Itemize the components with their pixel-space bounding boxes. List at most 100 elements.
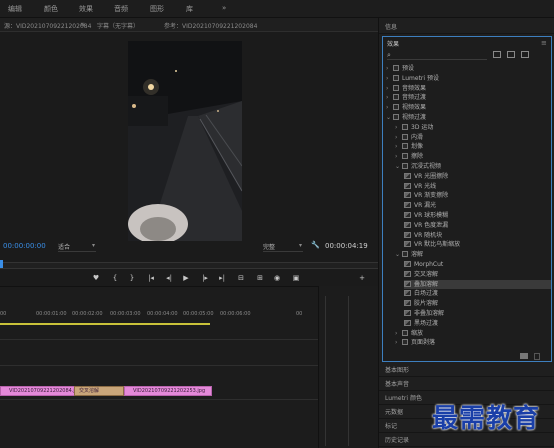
playhead-indicator[interactable] <box>0 260 3 268</box>
effects-search-input[interactable]: ⌕ <box>387 51 487 60</box>
tab-reference[interactable]: 参考：VID20210709221202084 <box>164 21 257 30</box>
effect-folder[interactable]: › 擦除 <box>395 152 551 161</box>
chevron-right-icon[interactable]: › <box>395 329 402 338</box>
chevron-right-icon[interactable]: › <box>386 84 393 93</box>
ruler-tick-label: 00:00:02:00 <box>72 311 103 317</box>
chevron-down-icon[interactable]: ⌄ <box>395 250 402 259</box>
effect-item[interactable]: VR 光线 <box>404 182 551 191</box>
scrub-bar[interactable] <box>0 260 378 269</box>
effect-item[interactable]: VR 随机块 <box>404 231 551 240</box>
chevron-right-icon[interactable]: › <box>395 133 402 142</box>
tab-captions[interactable]: 字幕（无字幕） <box>97 21 139 30</box>
chevron-right-icon[interactable]: › <box>386 74 393 83</box>
step-forward-icon[interactable]: |▸ <box>199 272 211 284</box>
effect-item[interactable]: 胶片溶解 <box>404 299 551 308</box>
fit-dropdown[interactable]: 适合 ▾ <box>58 242 96 252</box>
add-button[interactable]: + <box>356 272 368 284</box>
chevron-right-icon[interactable]: › <box>395 338 402 347</box>
effect-folder[interactable]: › 音频过渡 <box>386 93 551 102</box>
yuv-effects-icon[interactable] <box>521 51 529 58</box>
folder-icon <box>393 104 399 111</box>
transition-icon <box>404 221 411 228</box>
mark-out-icon[interactable]: } <box>126 272 138 284</box>
effect-item[interactable]: MorphCut <box>404 260 551 269</box>
effect-item[interactable]: VR 光圈擦除 <box>404 172 551 181</box>
effect-item[interactable]: VR 默比乌斯缩放 <box>404 240 551 249</box>
effects-menu-icon[interactable]: ≡ <box>541 39 547 47</box>
effect-folder[interactable]: › 音频效果 <box>386 84 551 93</box>
chevron-right-icon[interactable]: › <box>395 142 402 151</box>
menu-item[interactable]: 图形 <box>150 4 164 14</box>
effect-folder[interactable]: ⌄ 溶解 <box>395 250 551 259</box>
work-area-bar[interactable] <box>0 323 210 325</box>
extract-icon[interactable]: ⊞ <box>254 272 266 284</box>
transition-icon <box>404 290 411 297</box>
chevron-right-icon[interactable]: › <box>386 103 393 112</box>
effect-folder[interactable]: › 预设 <box>386 64 551 73</box>
chevron-right-icon[interactable]: › <box>386 93 393 102</box>
watermark-logo: 最需教育 <box>432 404 541 434</box>
tree-item-label: 3D 运动 <box>411 123 434 131</box>
wrench-icon[interactable]: 🔧 <box>311 241 320 249</box>
go-to-in-icon[interactable]: |◂ <box>145 272 157 284</box>
clip-2[interactable]: VID20210709221202253.jpg <box>124 386 212 396</box>
transition-icon <box>404 300 411 307</box>
marker-icon[interactable]: ♥ <box>90 272 102 284</box>
effect-folder[interactable]: › 内滑 <box>395 133 551 142</box>
32bit-effects-icon[interactable] <box>507 51 515 58</box>
chevron-down-icon[interactable]: ⌄ <box>386 113 393 122</box>
info-panel-header[interactable]: 信息 <box>379 21 554 34</box>
panel-header[interactable]: 基本声音 <box>379 378 554 391</box>
chevron-right-icon[interactable]: › <box>395 123 402 132</box>
step-back-icon[interactable]: ◂| <box>163 272 175 284</box>
go-to-out-icon[interactable]: ▸| <box>216 272 228 284</box>
tab-menu-icon[interactable]: ≡ <box>80 21 85 28</box>
effect-folder[interactable]: ⌄ 视频过渡 <box>386 113 551 122</box>
menu-item[interactable]: 效果 <box>79 4 93 14</box>
effect-item[interactable]: VR 球形模糊 <box>404 211 551 220</box>
new-folder-icon[interactable] <box>520 353 528 359</box>
clip-1[interactable]: VID20210709221202084.jpg <box>0 386 75 396</box>
menu-item[interactable]: 编辑 <box>8 4 22 14</box>
menu-item[interactable]: 库 <box>186 4 193 14</box>
folder-icon <box>393 74 399 81</box>
menu-item[interactable]: » <box>222 4 226 12</box>
comparison-view-icon[interactable]: ▣ <box>290 272 302 284</box>
lift-icon[interactable]: ⊟ <box>235 272 247 284</box>
trash-icon[interactable] <box>534 353 540 360</box>
effect-folder[interactable]: › 3D 运动 <box>395 123 551 132</box>
effect-item[interactable]: VR 色度泄漏 <box>404 221 551 230</box>
transition-clip[interactable]: 交叉溶解 <box>74 386 124 396</box>
effect-item[interactable]: 黑场过渡 <box>404 319 551 328</box>
effect-item[interactable]: 非叠加溶解 <box>404 309 551 318</box>
menu-item[interactable]: 颜色 <box>44 4 58 14</box>
current-timecode[interactable]: 00:00:00:00 <box>3 242 46 250</box>
chevron-right-icon[interactable]: › <box>395 152 402 161</box>
quality-dropdown[interactable]: 完整 ▾ <box>263 242 303 252</box>
chevron-right-icon[interactable]: › <box>386 64 393 73</box>
export-frame-icon[interactable]: ◉ <box>271 272 283 284</box>
chevron-down-icon[interactable]: ⌄ <box>395 162 402 171</box>
effect-item[interactable]: 白场过渡 <box>404 289 551 298</box>
play-icon[interactable]: ▶ <box>180 272 192 284</box>
accelerated-effects-icon[interactable] <box>493 51 501 58</box>
effect-item[interactable]: VR 渐变擦除 <box>404 191 551 200</box>
effect-item[interactable]: 交叉溶解 <box>404 270 551 279</box>
tree-item-label: 内滑 <box>411 133 424 141</box>
panel-header[interactable]: 历史记录 <box>379 434 554 447</box>
effect-item[interactable]: VR 漏光 <box>404 201 551 210</box>
tree-item-label: VR 光线 <box>414 182 437 190</box>
effect-folder[interactable]: › 视频效果 <box>386 103 551 112</box>
menu-item[interactable]: 音频 <box>114 4 128 14</box>
effect-folder[interactable]: › Lumetri 预设 <box>386 74 551 83</box>
mark-in-icon[interactable]: { <box>109 272 121 284</box>
tab-source[interactable]: 源：VID20210709221202084 <box>4 21 91 30</box>
folder-icon <box>402 143 408 150</box>
effect-folder[interactable]: ⌄ 沉浸式视频 <box>395 162 551 171</box>
time-ruler[interactable]: 00 00:00:01:00 00:00:02:00 00:00:03:00 00:00… <box>0 309 318 321</box>
panel-header[interactable]: 基本图形 <box>379 364 554 377</box>
effect-folder[interactable]: › 划像 <box>395 142 551 151</box>
effect-folder[interactable]: › 页面剥落 <box>395 338 551 347</box>
effect-item[interactable]: 叠加溶解 <box>404 279 551 289</box>
effect-folder[interactable]: › 缩放 <box>395 329 551 338</box>
